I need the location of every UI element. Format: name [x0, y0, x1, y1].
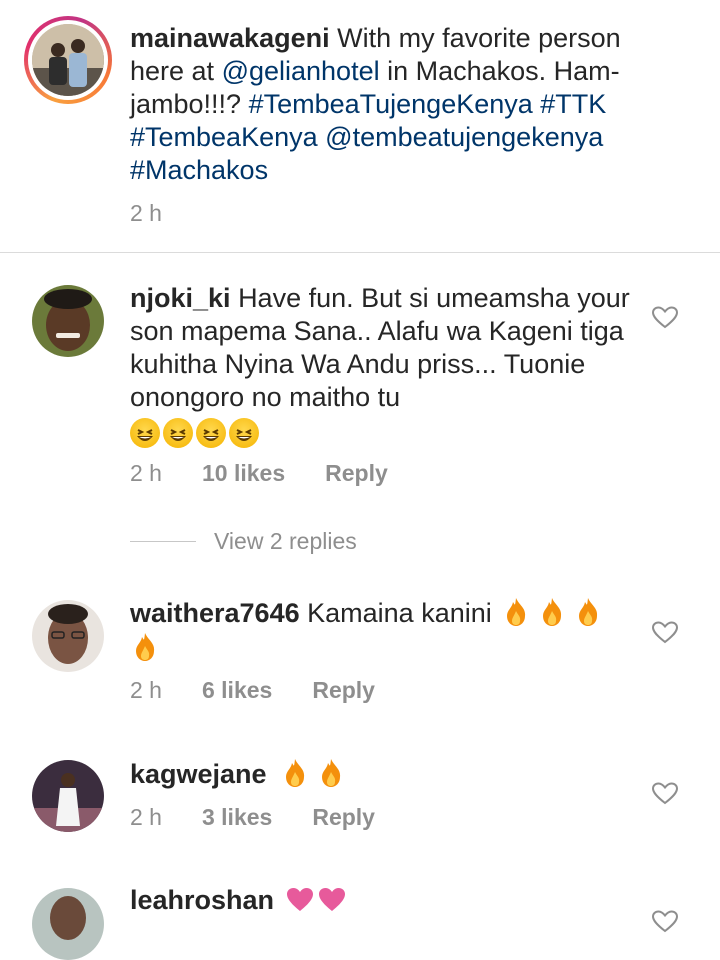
- caption-avatar-ring[interactable]: [24, 16, 112, 104]
- comment-text: njoki_ki Have fun. But si umeamsha your …: [130, 282, 630, 452]
- avatar[interactable]: [32, 888, 104, 960]
- comment-text: leahroshan: [130, 884, 630, 917]
- avatar-photo: [32, 888, 104, 960]
- grinning-squinting-face-emoji: [130, 418, 262, 452]
- reply-button[interactable]: Reply: [312, 677, 375, 704]
- reply-button[interactable]: Reply: [325, 460, 388, 487]
- avatar-photo: [32, 24, 104, 96]
- caption-text: mainawakageni With my favorite person he…: [130, 22, 650, 187]
- comment-likes[interactable]: 6 likes: [202, 677, 272, 704]
- caption-mention-gelianhotel[interactable]: @gelianhotel: [222, 56, 380, 86]
- comment-meta: 2 h 10 likes Reply: [130, 460, 388, 487]
- avatar-photo: [32, 285, 104, 357]
- avatar-photo: [32, 760, 104, 832]
- caption-timestamp: 2 h: [130, 200, 162, 226]
- comment-likes[interactable]: 3 likes: [202, 804, 272, 831]
- like-heart-icon[interactable]: [652, 306, 678, 330]
- caption-hashtag-machakos[interactable]: #Machakos: [130, 155, 268, 185]
- comment-text: waithera7646 Kamaina kanini: [130, 597, 630, 665]
- avatar: [32, 24, 104, 96]
- comment-username[interactable]: leahroshan: [130, 885, 274, 915]
- like-heart-icon[interactable]: [652, 621, 678, 645]
- reply-button[interactable]: Reply: [312, 804, 375, 831]
- caption-username[interactable]: mainawakageni: [130, 23, 330, 53]
- comment-timestamp: 2 h: [130, 804, 162, 830]
- avatar[interactable]: [32, 285, 104, 357]
- comment-meta: 2 h 6 likes Reply: [130, 677, 375, 704]
- avatar[interactable]: [32, 600, 104, 672]
- comment-username[interactable]: njoki_ki: [130, 283, 231, 313]
- caption-divider: [0, 252, 720, 253]
- comment-likes[interactable]: 10 likes: [202, 460, 285, 487]
- fire-emoji: [274, 759, 342, 789]
- comment-body: Kamaina kanini: [307, 598, 492, 628]
- avatar-photo: [32, 600, 104, 672]
- view-replies[interactable]: View 2 replies: [130, 528, 357, 555]
- caption-meta: 2 h: [130, 200, 162, 227]
- caption-mention-tembeatujengekenya[interactable]: @tembeatujengekenya: [325, 122, 603, 152]
- view-replies-line: [130, 541, 196, 542]
- comment-text: kagwejane: [130, 758, 630, 791]
- comment-username[interactable]: waithera7646: [130, 598, 300, 628]
- comment-timestamp: 2 h: [130, 460, 162, 486]
- avatar[interactable]: [32, 760, 104, 832]
- comment-timestamp: 2 h: [130, 677, 162, 703]
- comment-meta: 2 h 3 likes Reply: [130, 804, 375, 831]
- like-heart-icon[interactable]: [652, 782, 678, 806]
- like-heart-icon[interactable]: [652, 910, 678, 934]
- comment-username[interactable]: kagwejane: [130, 759, 267, 789]
- view-replies-label[interactable]: View 2 replies: [214, 528, 357, 555]
- pink-heart-emoji: [282, 885, 346, 915]
